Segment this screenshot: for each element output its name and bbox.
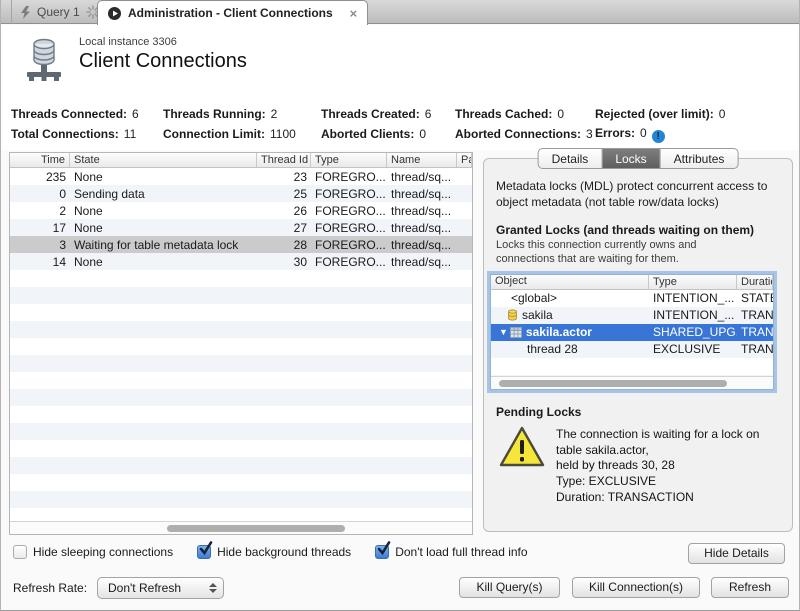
checkbox-icon[interactable]: [13, 545, 27, 559]
schema-icon: [507, 309, 518, 321]
connection-details-panel: Details Locks Attributes Metadata locks …: [483, 158, 793, 532]
lock-row-selected[interactable]: ▼ sakila.actor SHARED_UPG... TRANSACTION: [491, 324, 773, 341]
stat-errors: Errors:0!: [595, 126, 793, 143]
tab-label: Administration - Client Connections: [128, 6, 333, 20]
database-network-icon: [23, 36, 65, 85]
pending-locks-description: The connection is waiting for a lock on …: [556, 425, 759, 506]
details-tab-strip: Details Locks Attributes: [538, 148, 739, 169]
client-connections-window: Query 1 Administration - Client Connecti…: [0, 0, 800, 611]
stat-threads-created: Threads Created:6: [321, 107, 455, 121]
checkbox-label: Hide sleeping connections: [33, 545, 173, 559]
play-circle-icon: [108, 7, 121, 20]
connections-table-header: Time State Thread Id Type Name Pa: [10, 153, 472, 168]
server-stats: Threads Connected:6 Threads Running:2 Th…: [11, 104, 793, 144]
selected-option: Don't Refresh: [108, 581, 181, 595]
column-header-state[interactable]: State: [70, 153, 257, 167]
mdl-description: Metadata locks (MDL) protect concurrent …: [496, 179, 780, 210]
checkbox-hide-background-threads[interactable]: Hide background threads: [197, 545, 351, 559]
column-header-name[interactable]: Name: [387, 153, 457, 167]
column-header-object[interactable]: Object: [491, 275, 649, 289]
lock-row[interactable]: sakila INTENTION_... TRANSACTION: [491, 307, 773, 324]
stat-total-connections: Total Connections:11: [11, 127, 163, 141]
table-row[interactable]: 235None23FOREGRO...thread/sq...: [10, 168, 472, 185]
stat-threads-running: Threads Running:2: [163, 107, 321, 121]
instance-subtitle: Local instance 3306: [79, 36, 247, 48]
refresh-rate-select[interactable]: Don't Refresh: [97, 577, 224, 599]
checkbox-label: Hide background threads: [217, 545, 351, 559]
connections-table: Time State Thread Id Type Name Pa 235Non…: [9, 152, 473, 535]
checkbox-dont-load-full-thread-info[interactable]: Don't load full thread info: [375, 545, 527, 559]
editor-tab-bar: Query 1 Administration - Client Connecti…: [1, 0, 799, 24]
tab-locks[interactable]: Locks: [602, 149, 660, 168]
table-icon: [510, 327, 522, 338]
empty-rows-area: [10, 270, 472, 521]
footer-actions: Refresh Rate: Don't Refresh Kill Query(s…: [13, 577, 789, 599]
scrollbar-thumb[interactable]: [167, 525, 345, 532]
granted-locks-subtitle: Locks this connection currently owns and…: [496, 239, 752, 267]
scrollbar-thumb[interactable]: [499, 380, 727, 387]
table-row[interactable]: 2None26FOREGRO...thread/sq...: [10, 202, 472, 219]
column-header-time[interactable]: Time: [10, 153, 70, 167]
column-header-thread-id[interactable]: Thread Id: [257, 153, 311, 167]
empty-rows-area: [491, 358, 773, 376]
hide-details-button[interactable]: Hide Details: [688, 543, 785, 564]
table-row[interactable]: 0Sending data25FOREGRO...thread/sq...: [10, 185, 472, 202]
checkbox-hide-sleeping-connections[interactable]: Hide sleeping connections: [13, 545, 173, 559]
refresh-button[interactable]: Refresh: [711, 577, 789, 598]
lightning-icon: [20, 6, 31, 19]
stat-connection-limit: Connection Limit:1100: [163, 127, 321, 141]
granted-locks-table: Object Type Duration <global> INTENTION_…: [490, 274, 774, 390]
lock-row[interactable]: <global> INTENTION_... STATEMENT: [491, 290, 773, 307]
checkbox-icon[interactable]: [197, 545, 211, 559]
stat-threads-connected: Threads Connected:6: [11, 107, 163, 121]
tab-administration-client-connections[interactable]: Administration - Client Connections ×: [97, 0, 368, 25]
horizontal-scrollbar[interactable]: [491, 376, 773, 389]
column-header-type[interactable]: Type: [311, 153, 387, 167]
horizontal-scrollbar[interactable]: [10, 521, 472, 534]
stat-aborted-connections: Aborted Connections:3: [455, 127, 595, 141]
stepper-arrows-icon: [209, 583, 217, 593]
tab-details[interactable]: Details: [539, 149, 603, 168]
info-icon[interactable]: !: [652, 130, 665, 143]
refresh-rate-label: Refresh Rate:: [13, 581, 87, 595]
tab-attributes[interactable]: Attributes: [661, 149, 738, 168]
disclosure-triangle-icon[interactable]: ▼: [499, 327, 508, 337]
stat-threads-cached: Threads Cached:0: [455, 107, 595, 121]
checkbox-icon[interactable]: [375, 545, 389, 559]
kill-connection-button[interactable]: Kill Connection(s): [572, 577, 700, 598]
pending-locks-title: Pending Locks: [496, 405, 780, 419]
stat-aborted-clients: Aborted Clients:0: [321, 127, 455, 141]
tab-label: Query 1: [37, 5, 80, 19]
page-title: Client Connections: [79, 50, 247, 73]
close-icon[interactable]: ×: [350, 7, 358, 20]
lock-row[interactable]: thread 28 EXCLUSIVE TRANSACTION: [491, 341, 773, 358]
warning-icon: [498, 425, 546, 469]
filter-options: Hide sleeping connections Hide backgroun…: [13, 545, 528, 559]
column-header-type[interactable]: Type: [649, 275, 737, 289]
checkbox-label: Don't load full thread info: [395, 545, 527, 559]
granted-locks-title: Granted Locks (and threads waiting on th…: [496, 223, 780, 237]
tab-query-1[interactable]: Query 1: [11, 0, 109, 24]
locks-table-header: Object Type Duration: [491, 275, 773, 290]
column-header-duration[interactable]: Duration: [737, 275, 773, 289]
table-row[interactable]: 14None30FOREGRO...thread/sq...: [10, 253, 472, 270]
stat-rejected: Rejected (over limit):0: [595, 107, 793, 121]
kill-query-button[interactable]: Kill Query(s): [459, 577, 560, 598]
table-row[interactable]: 17None27FOREGRO...thread/sq...: [10, 219, 472, 236]
table-row-selected[interactable]: 3Waiting for table metadata lock28FOREGR…: [10, 236, 472, 253]
column-header-parent[interactable]: Pa: [457, 153, 472, 167]
